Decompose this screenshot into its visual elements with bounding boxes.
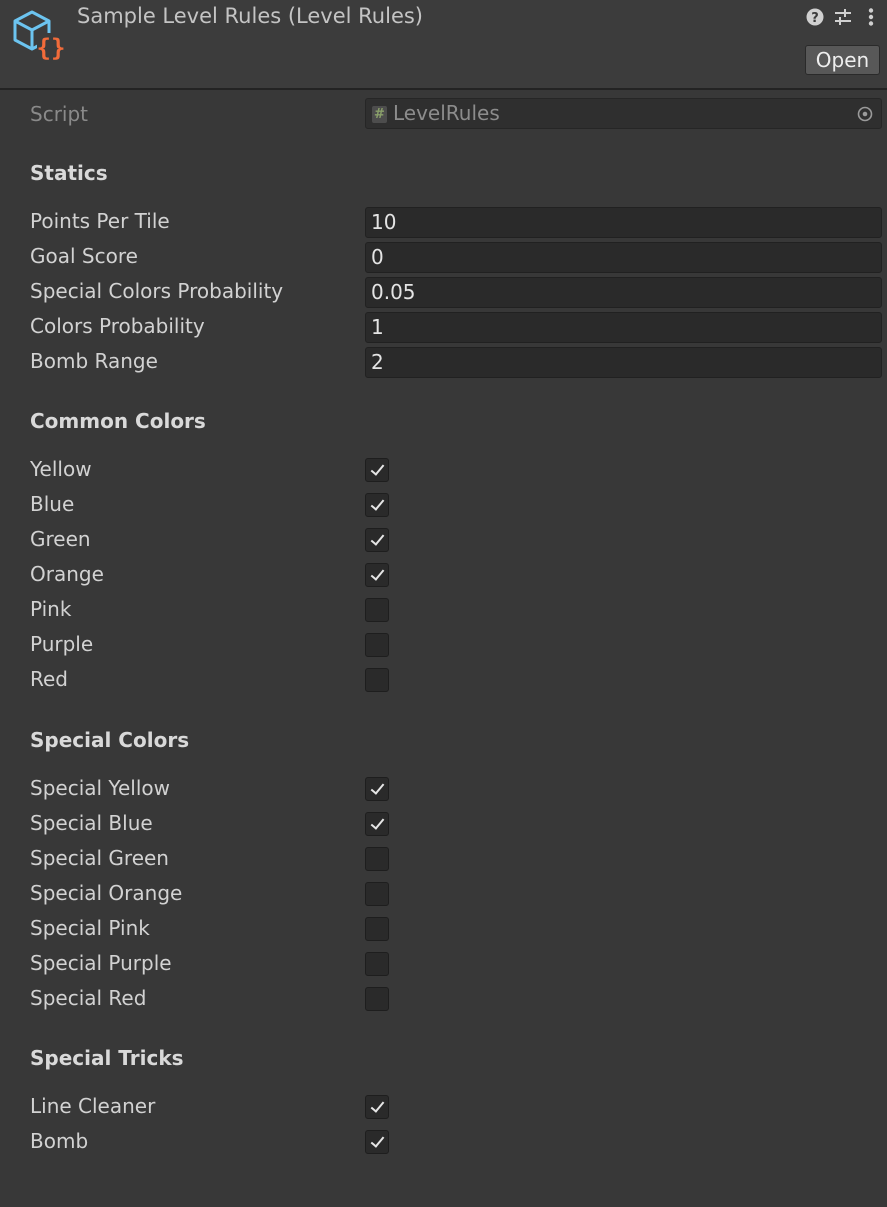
toggle-label: Special Orange [30,881,183,905]
svg-text:{}: {} [37,34,66,61]
field-row: Colors Probability 1 [0,310,887,345]
special-colors-probability-input[interactable]: 0.05 [365,277,882,308]
toggle-checkbox[interactable] [365,668,389,692]
colors-probability-input[interactable]: 1 [365,312,882,343]
toggle-row: Yellow [0,453,887,488]
toggle-label: Yellow [30,457,92,481]
toggle-label: Pink [30,597,72,621]
special-colors-header: Special Colors [30,728,190,752]
toggle-row: Bomb [0,1125,887,1160]
toggle-label: Orange [30,562,104,586]
toggle-checkbox[interactable] [365,598,389,622]
toggle-row: Line Cleaner [0,1090,887,1125]
toggle-row: Special Purple [0,947,887,982]
kebab-menu-icon[interactable] [861,7,881,27]
toggle-label: Blue [30,492,75,516]
field-row: Bomb Range 2 [0,345,887,380]
statics-header: Statics [30,161,108,185]
toggle-checkbox[interactable] [365,882,389,906]
field-label: Colors Probability [30,314,205,338]
help-icon[interactable]: ? [805,7,825,27]
toggle-checkbox[interactable] [365,952,389,976]
toggle-row: Pink [0,593,887,628]
toggle-label: Special Red [30,986,147,1010]
toggle-row: Special Blue [0,807,887,842]
script-field[interactable]: # LevelRules [365,98,882,129]
script-label: Script [30,102,89,126]
toggle-row: Orange [0,558,887,593]
toggle-checkbox[interactable] [365,847,389,871]
asset-title: Sample Level Rules (Level Rules) [77,4,423,28]
script-value: LevelRules [393,101,500,125]
field-label: Goal Score [30,244,138,268]
toggle-checkbox[interactable] [365,563,389,587]
toggle-checkbox[interactable] [365,917,389,941]
script-row: Script # LevelRules [0,97,887,132]
toggle-label: Green [30,527,91,551]
field-label: Special Colors Probability [30,279,284,303]
toggle-label: Line Cleaner [30,1094,156,1118]
toggle-row: Purple [0,628,887,663]
field-row: Points Per Tile 10 [0,205,887,240]
bomb-range-input[interactable]: 2 [365,347,882,378]
toggle-label: Bomb [30,1129,89,1153]
toggle-row: Special Pink [0,912,887,947]
toggle-checkbox[interactable] [365,458,389,482]
toggle-checkbox[interactable] [365,493,389,517]
toggle-row: Blue [0,488,887,523]
toggle-checkbox[interactable] [365,1130,389,1154]
points-per-tile-input[interactable]: 10 [365,207,882,238]
toggle-row: Green [0,523,887,558]
open-button[interactable]: Open [805,45,880,75]
toggle-label: Red [30,667,68,691]
cs-script-icon: # [372,106,387,123]
object-picker-icon[interactable] [857,106,873,122]
field-row: Goal Score 0 [0,240,887,275]
toggle-checkbox[interactable] [365,1095,389,1119]
inspector-header: {} Sample Level Rules (Level Rules) ? Op… [0,0,887,90]
toggle-checkbox[interactable] [365,987,389,1011]
presets-sliders-icon[interactable] [833,7,853,27]
toggle-row: Special Orange [0,877,887,912]
toggle-row: Special Yellow [0,772,887,807]
toggle-checkbox[interactable] [365,777,389,801]
toggle-checkbox[interactable] [365,528,389,552]
toggle-checkbox[interactable] [365,633,389,657]
field-label: Bomb Range [30,349,158,373]
field-row: Special Colors Probability 0.05 [0,275,887,310]
toggle-label: Special Purple [30,951,172,975]
svg-text:?: ? [811,11,819,26]
toggle-label: Purple [30,632,94,656]
scriptable-object-icon: {} [13,10,66,61]
toggle-label: Special Yellow [30,776,170,800]
goal-score-input[interactable]: 0 [365,242,882,273]
toggle-label: Special Pink [30,916,150,940]
common-colors-header: Common Colors [30,409,206,433]
toggle-label: Special Green [30,846,169,870]
toggle-row: Special Green [0,842,887,877]
toggle-row: Red [0,663,887,698]
toggle-checkbox[interactable] [365,812,389,836]
toggle-row: Special Red [0,982,887,1017]
toggle-label: Special Blue [30,811,153,835]
special-tricks-header: Special Tricks [30,1046,184,1070]
field-label: Points Per Tile [30,209,170,233]
